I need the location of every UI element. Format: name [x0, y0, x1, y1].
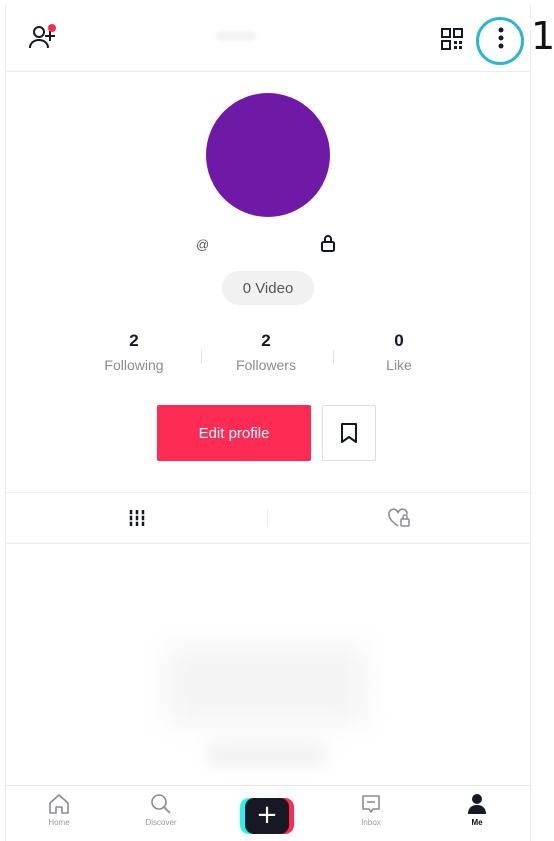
username-handle: @ — [196, 237, 210, 252]
create-icon: + — [245, 798, 289, 834]
add-user-icon — [29, 24, 56, 49]
followers-label: Followers — [236, 357, 296, 373]
top-bar — [6, 5, 530, 72]
profile-tabs — [6, 492, 530, 544]
video-count-pill: 0 Video — [222, 271, 314, 305]
stat-divider — [201, 350, 202, 364]
avatar[interactable] — [206, 93, 330, 217]
blurred-empty-state-text — [206, 745, 326, 765]
following-label: Following — [104, 357, 164, 373]
blurred-empty-state — [166, 645, 366, 725]
followers-count: 2 — [261, 331, 271, 350]
nav-discover[interactable]: Discover — [126, 792, 196, 838]
favorites-button[interactable] — [322, 405, 376, 461]
inbox-icon — [362, 795, 380, 813]
likes-label: Like — [386, 357, 412, 373]
nav-inbox-label: Inbox — [361, 818, 381, 827]
add-friends-button[interactable] — [26, 21, 60, 55]
annotation-number: 1 — [531, 14, 554, 58]
stat-divider — [333, 350, 334, 364]
search-icon — [151, 794, 171, 814]
following-count: 2 — [129, 331, 139, 350]
stat-following[interactable]: 2 Following — [79, 331, 189, 373]
nav-home-label: Home — [48, 818, 70, 827]
username-title-blurred — [216, 31, 256, 41]
stat-followers[interactable]: 2 Followers — [211, 331, 321, 373]
bottom-nav: Home Discover + Inbox Me — [6, 785, 530, 841]
stat-likes[interactable]: 0 Like — [344, 331, 454, 373]
likes-count: 0 — [394, 331, 404, 350]
annotation-circle — [476, 17, 524, 65]
lock-icon — [321, 235, 335, 252]
nav-discover-label: Discover — [145, 818, 177, 827]
profile-screen: @ 0 Video 2 Following 2 Followers 0 Like… — [5, 5, 531, 841]
qr-code-icon — [441, 28, 463, 50]
home-icon — [49, 794, 69, 814]
nav-me[interactable]: Me — [442, 792, 512, 838]
grid-icon — [129, 510, 145, 526]
qr-code-button[interactable] — [438, 25, 466, 53]
tab-liked[interactable] — [268, 493, 530, 543]
profile-icon — [468, 794, 486, 814]
bookmark-icon — [341, 423, 357, 443]
edit-profile-button[interactable]: Edit profile — [157, 405, 311, 461]
tab-videos[interactable] — [6, 493, 268, 543]
nav-home[interactable]: Home — [24, 792, 94, 838]
nav-inbox[interactable]: Inbox — [336, 792, 406, 838]
create-button[interactable]: + — [240, 798, 294, 834]
nav-me-label: Me — [471, 818, 483, 827]
liked-lock-icon — [388, 508, 410, 527]
